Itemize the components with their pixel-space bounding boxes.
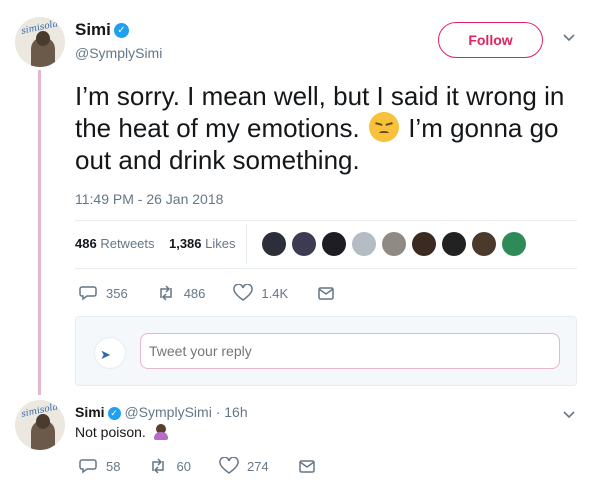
liker-avatar[interactable] — [322, 232, 346, 256]
like-action[interactable]: 274 — [219, 457, 269, 475]
retweet-icon — [159, 285, 172, 301]
divider — [75, 220, 577, 221]
chevron-down-icon[interactable] — [562, 407, 576, 424]
reply-author-name[interactable]: Simi — [75, 404, 105, 420]
reply-count: 58 — [106, 458, 121, 474]
envelope-icon — [298, 460, 315, 473]
reply-time[interactable]: · 16h — [216, 404, 248, 420]
verified-badge-icon: ✓ — [113, 23, 129, 39]
reply-actions: 58 60 274 — [78, 457, 353, 475]
tweet-timestamp[interactable]: 11:49 PM - 26 Jan 2018 — [75, 191, 223, 207]
reply-count: 356 — [106, 285, 128, 301]
liker-avatar[interactable] — [352, 232, 376, 256]
retweet-icon — [152, 458, 165, 474]
retweet-count: 486 — [183, 285, 206, 301]
tweet-text: I’m sorry. I mean well, but I said it wr… — [75, 80, 585, 176]
author-handle[interactable]: @SymplySimi — [75, 45, 162, 61]
reply-author-handle[interactable]: @SymplySimi — [124, 404, 211, 420]
liker-avatar[interactable] — [292, 232, 316, 256]
message-action[interactable] — [297, 457, 325, 475]
verified-badge-icon: ✓ — [107, 406, 121, 420]
like-count: 274 — [246, 458, 269, 474]
thread-line — [38, 70, 41, 395]
woman-icon — [153, 424, 168, 440]
likes-stat[interactable]: 1,386 Likes — [169, 236, 236, 251]
liker-avatar[interactable] — [472, 232, 496, 256]
author-avatar[interactable]: simisola — [15, 17, 65, 67]
current-user-avatar[interactable]: ➤ — [94, 337, 126, 369]
reply-icon — [79, 459, 97, 474]
stats-separator — [246, 224, 247, 264]
reply-composer: ➤ — [75, 316, 577, 386]
reply-input[interactable] — [140, 333, 560, 369]
follow-button[interactable]: Follow — [438, 22, 543, 58]
retweets-stat[interactable]: 486 Retweets — [75, 236, 155, 251]
reply-text: Not poison. — [75, 424, 168, 440]
reply-icon — [79, 286, 97, 301]
disappointed-face-icon — [368, 112, 399, 142]
reply-author-avatar[interactable]: simisola — [15, 400, 65, 450]
heart-icon — [219, 457, 239, 474]
liker-avatar[interactable] — [412, 232, 436, 256]
reply-header: Simi ✓ @SymplySimi · 16h — [75, 404, 248, 420]
liker-avatar[interactable] — [262, 232, 286, 256]
like-count: 1.4K — [261, 285, 289, 301]
like-action[interactable]: 1.4K — [233, 284, 288, 302]
tweet-actions: 356 486 1.4K — [78, 284, 372, 302]
tweet-stats: 486 Retweets 1,386 Likes — [75, 236, 236, 251]
bird-logo-icon: ➤ — [100, 347, 111, 362]
likers-avatars — [262, 232, 526, 256]
heart-icon — [233, 284, 254, 301]
liker-avatar[interactable] — [382, 232, 406, 256]
liker-avatar[interactable] — [442, 232, 466, 256]
retweet-action[interactable]: 60 — [148, 457, 191, 475]
divider — [75, 268, 577, 269]
reply-action[interactable]: 58 — [78, 457, 120, 475]
reply-action[interactable]: 356 — [78, 284, 128, 302]
author-name[interactable]: Simi — [75, 20, 111, 39]
reply-text-content: Not poison. — [75, 424, 146, 440]
retweet-action[interactable]: 486 — [156, 284, 206, 302]
liker-avatar[interactable] — [502, 232, 526, 256]
message-action[interactable] — [316, 284, 344, 302]
retweet-count: 60 — [176, 458, 191, 474]
author-name-row[interactable]: Simi ✓ — [75, 20, 129, 40]
chevron-down-icon[interactable] — [562, 30, 576, 47]
envelope-icon — [318, 287, 334, 300]
